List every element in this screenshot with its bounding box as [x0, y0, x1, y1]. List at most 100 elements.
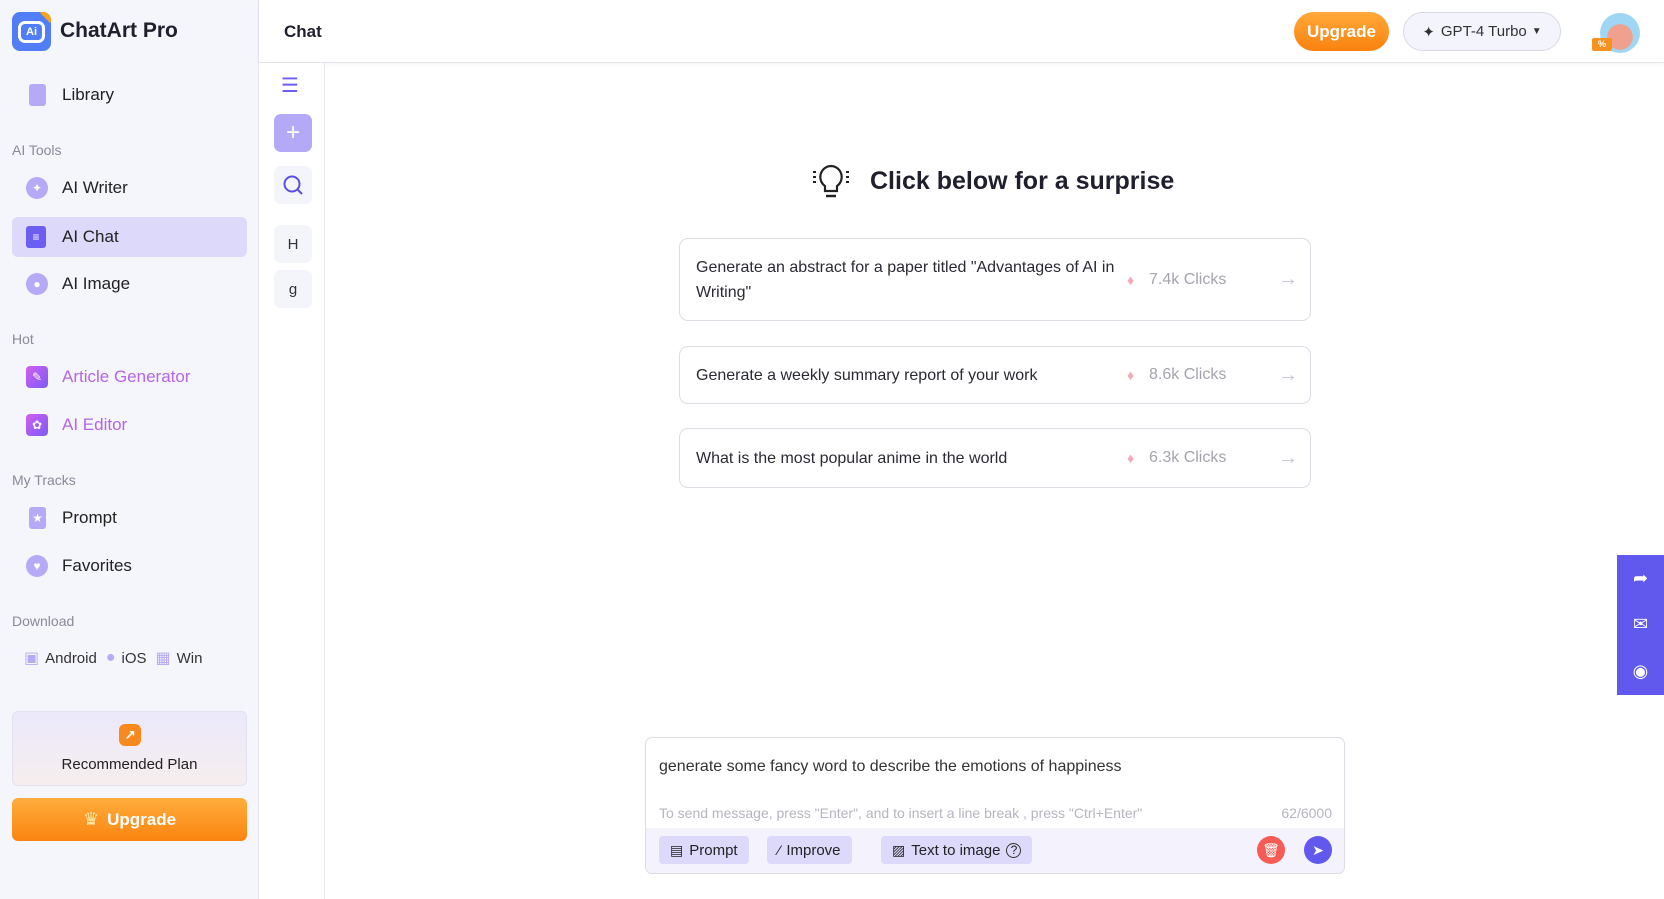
click-count: 7.4k Clicks	[1149, 270, 1227, 288]
sidebar-item-ai-writer[interactable]: ✦ AI Writer	[12, 168, 247, 208]
header: Chat Upgrade ✦ GPT-4 Turbo ▼ %	[259, 0, 1664, 63]
suggestions-heading: Click below for a surprise	[810, 160, 1174, 202]
click-count: 6.3k Clicks	[1149, 449, 1227, 466]
message-composer: To send message, press "Enter", and to i…	[645, 737, 1345, 874]
delete-button[interactable]: 🗑	[1257, 836, 1285, 864]
sidebar-item-favorites[interactable]: ♥ Favorites	[12, 546, 247, 586]
share-icon[interactable]: ➦	[1633, 568, 1648, 589]
prompt-button[interactable]: ▤ Prompt	[659, 836, 749, 864]
prompt-icon: ▤	[670, 841, 684, 858]
sidebar-item-article-generator[interactable]: ✎ Article Generator	[12, 357, 247, 397]
search-icon	[283, 175, 303, 195]
help-icon[interactable]: ?	[1006, 842, 1022, 858]
new-chat-button[interactable]: +	[274, 114, 312, 152]
collapse-menu-icon[interactable]: ☰	[281, 73, 299, 98]
download-links: ▣ Android ● iOS ▦ Win	[24, 648, 211, 668]
download-android[interactable]: Android	[45, 650, 97, 667]
download-win[interactable]: Win	[177, 650, 203, 667]
article-icon: ✎	[26, 366, 48, 388]
sidebar-item-label: Favorites	[62, 556, 132, 575]
sidebar-item-label: Article Generator	[62, 367, 191, 386]
model-label: GPT-4 Turbo	[1440, 23, 1527, 40]
sidebar-item-label: Library	[62, 85, 114, 104]
sidebar-item-library[interactable]: Library	[12, 75, 247, 115]
arrow-right-icon: →	[1278, 363, 1298, 386]
page-title: Chat	[284, 22, 322, 41]
trash-icon: 🗑	[1262, 841, 1280, 858]
floating-share-bar: ➦ ✉ ◉	[1617, 555, 1664, 695]
suggestion-text: What is the most popular anime in the wo…	[696, 449, 1008, 467]
download-ios[interactable]: iOS	[122, 650, 147, 667]
history-column: ☰ + H g	[259, 63, 325, 899]
discount-badge: %	[1592, 38, 1612, 51]
palette-icon: ●	[26, 273, 48, 295]
sidebar-upgrade-button[interactable]: ♛ Upgrade	[12, 798, 247, 841]
arrow-right-icon: →	[1278, 268, 1298, 290]
section-download: Download	[12, 613, 75, 629]
improve-button[interactable]: ⁄ Improve	[767, 836, 852, 864]
app-logo: Ai	[12, 12, 51, 51]
button-label: Text to image	[911, 841, 1001, 859]
fire-icon: ♦	[1127, 367, 1135, 383]
arrow-right-icon: →	[1278, 446, 1298, 469]
search-button[interactable]	[274, 166, 312, 204]
sidebar-item-label: AI Image	[62, 274, 131, 293]
sidebar-item-label: AI Writer	[62, 178, 128, 197]
suggestion-card[interactable]: Generate an abstract for a paper titled …	[679, 238, 1311, 321]
fire-icon: ♦	[1127, 450, 1135, 466]
suggestion-card[interactable]: What is the most popular anime in the wo…	[679, 428, 1311, 488]
button-label: Improve	[786, 841, 841, 859]
fire-icon: ♦	[1127, 271, 1135, 288]
upgrade-label: Upgrade	[107, 809, 177, 829]
plus-icon: +	[285, 119, 300, 146]
sidebar-item-ai-chat[interactable]: ≡ AI Chat	[12, 217, 247, 257]
section-ai-tools: AI Tools	[12, 142, 62, 158]
text-to-image-button[interactable]: ▨ Text to image?	[881, 836, 1033, 864]
lightbulb-icon	[813, 164, 849, 198]
apple-icon: ●	[105, 649, 116, 666]
discord-icon[interactable]: ◉	[1633, 661, 1649, 682]
crown-icon: ♛	[82, 809, 100, 829]
model-selector[interactable]: ✦ GPT-4 Turbo ▼	[1403, 12, 1561, 51]
heading-text: Click below for a surprise	[870, 166, 1175, 195]
click-count: 8.6k Clicks	[1149, 366, 1227, 383]
button-label: Prompt	[689, 841, 738, 859]
heart-icon: ♥	[26, 555, 48, 577]
magic-wand-icon: ⁄	[778, 842, 781, 858]
sidebar-item-label: Prompt	[62, 508, 117, 527]
sidebar-item-label: AI Chat	[62, 227, 119, 246]
chat-icon: ≡	[26, 226, 46, 248]
section-my-tracks: My Tracks	[12, 472, 76, 488]
arrow-up-right-icon: ↗	[119, 724, 141, 746]
history-item[interactable]: g	[274, 270, 312, 308]
recommended-plan-card[interactable]: ↗ Recommended Plan	[12, 711, 247, 786]
recommended-plan-label: Recommended Plan	[61, 756, 198, 773]
mail-icon[interactable]: ✉	[1633, 614, 1648, 635]
send-button[interactable]: ➤	[1304, 836, 1332, 864]
suggestion-text: Generate a weekly summary report of your…	[696, 366, 1038, 384]
input-hint: To send message, press "Enter", and to i…	[659, 805, 1143, 821]
windows-icon: ▦	[155, 650, 171, 667]
bulb-icon: ✦	[26, 177, 48, 199]
suggestion-card[interactable]: Generate a weekly summary report of your…	[679, 346, 1311, 404]
book-icon	[29, 84, 46, 106]
suggestion-text: Generate an abstract for a paper titled …	[696, 258, 1115, 301]
character-count: 62/6000	[1281, 805, 1332, 821]
history-item[interactable]: H	[274, 225, 312, 263]
prompt-icon: ★	[29, 507, 46, 529]
sidebar-item-label: AI Editor	[62, 415, 128, 434]
sidebar-item-ai-image[interactable]: ● AI Image	[12, 264, 247, 304]
composer-toolbar: ▤ Prompt ⁄ Improve ▨ Text to image? 🗑 ➤	[646, 828, 1344, 873]
section-hot: Hot	[12, 331, 34, 347]
sidebar-item-prompt[interactable]: ★ Prompt	[12, 498, 247, 538]
atom-icon: ✿	[26, 414, 48, 436]
image-icon: ▨	[892, 841, 906, 858]
header-upgrade-button[interactable]: Upgrade	[1294, 12, 1389, 51]
sidebar-item-ai-editor[interactable]: ✿ AI Editor	[12, 405, 247, 445]
send-icon: ➤	[1312, 841, 1324, 858]
android-icon: ▣	[24, 650, 40, 667]
chevron-down-icon: ▼	[1531, 26, 1542, 37]
sidebar: Ai ChatArt Pro Library AI Tools ✦ AI Writ…	[0, 0, 259, 899]
sparkle-icon: ✦	[1422, 23, 1435, 41]
message-input[interactable]	[659, 758, 1319, 776]
